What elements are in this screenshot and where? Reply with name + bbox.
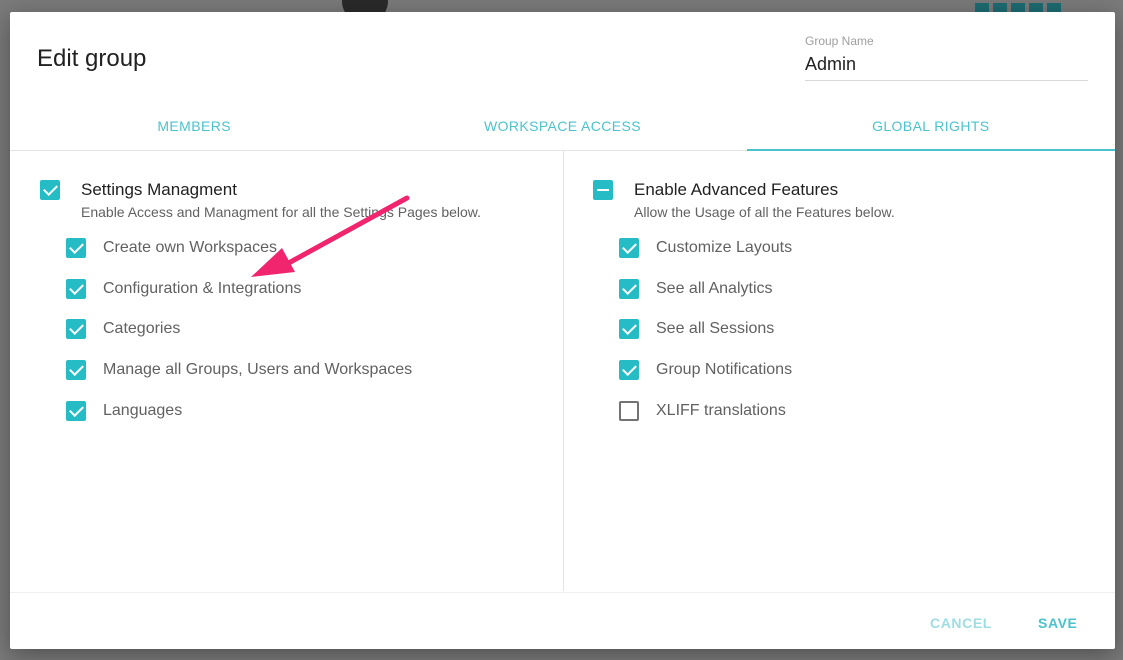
configuration-integrations-checkbox[interactable] bbox=[66, 279, 86, 299]
categories-label: Categories bbox=[103, 320, 181, 337]
cancel-button[interactable]: CANCEL bbox=[930, 615, 992, 631]
advanced-features-row[interactable]: Enable Advanced Features bbox=[593, 180, 838, 200]
list-item[interactable]: Manage all Groups, Users and Workspaces bbox=[66, 360, 412, 380]
list-item[interactable]: Languages bbox=[66, 401, 182, 421]
tab-members[interactable]: MEMBERS bbox=[10, 102, 378, 150]
group-name-field: Group Name bbox=[805, 34, 1088, 81]
languages-checkbox[interactable] bbox=[66, 401, 86, 421]
advanced-features-checkbox[interactable] bbox=[593, 180, 613, 200]
categories-checkbox[interactable] bbox=[66, 319, 86, 339]
group-name-input[interactable] bbox=[805, 48, 1088, 81]
see-all-analytics-checkbox[interactable] bbox=[619, 279, 639, 299]
list-item[interactable]: Customize Layouts bbox=[619, 238, 792, 258]
list-item[interactable]: Categories bbox=[66, 319, 180, 339]
dialog-footer: CANCEL SAVE bbox=[10, 592, 1115, 650]
languages-label: Languages bbox=[103, 402, 183, 419]
advanced-features-panel: Enable Advanced Features Allow the Usage… bbox=[564, 151, 1115, 591]
see-all-sessions-checkbox[interactable] bbox=[619, 319, 639, 339]
check-icon bbox=[621, 320, 637, 336]
create-own-workspaces-checkbox[interactable] bbox=[66, 238, 86, 258]
check-icon bbox=[68, 361, 84, 377]
save-button[interactable]: SAVE bbox=[1038, 615, 1078, 631]
see-all-analytics-label: See all Analytics bbox=[656, 280, 773, 297]
create-own-workspaces-label: Create own Workspaces bbox=[103, 239, 277, 256]
check-icon bbox=[621, 280, 637, 296]
settings-management-panel: Settings Managment Enable Access and Man… bbox=[10, 151, 564, 591]
advanced-features-title: Enable Advanced Features bbox=[634, 180, 839, 199]
advanced-features-description: Allow the Usage of all the Features belo… bbox=[634, 204, 895, 220]
check-icon bbox=[621, 361, 637, 377]
list-item[interactable]: Create own Workspaces bbox=[66, 238, 277, 258]
edit-group-dialog: Edit group Group Name MEMBERS WORKSPACE … bbox=[10, 12, 1116, 650]
check-icon bbox=[621, 239, 637, 255]
check-icon bbox=[68, 280, 84, 296]
manage-groups-users-workspaces-checkbox[interactable] bbox=[66, 360, 86, 380]
list-item[interactable]: XLIFF translations bbox=[619, 401, 786, 421]
group-notifications-label: Group Notifications bbox=[656, 361, 793, 378]
check-icon bbox=[68, 402, 84, 418]
check-icon bbox=[42, 181, 58, 197]
customize-layouts-label: Customize Layouts bbox=[656, 239, 793, 256]
dialog-title: Edit group bbox=[37, 45, 147, 72]
configuration-integrations-label: Configuration & Integrations bbox=[103, 280, 302, 297]
group-notifications-checkbox[interactable] bbox=[619, 360, 639, 380]
indeterminate-dash-icon bbox=[597, 188, 609, 192]
tab-bar: MEMBERS WORKSPACE ACCESS GLOBAL RIGHTS bbox=[10, 102, 1116, 151]
xliff-translations-checkbox[interactable] bbox=[619, 401, 639, 421]
settings-management-checkbox[interactable] bbox=[40, 180, 60, 200]
list-item[interactable]: Group Notifications bbox=[619, 360, 792, 380]
check-icon bbox=[68, 320, 84, 336]
settings-management-description: Enable Access and Managment for all the … bbox=[81, 204, 482, 220]
list-item[interactable]: Configuration & Integrations bbox=[66, 279, 301, 299]
tab-workspace-access[interactable]: WORKSPACE ACCESS bbox=[378, 102, 746, 150]
settings-management-row[interactable]: Settings Managment bbox=[40, 180, 237, 200]
check-icon bbox=[68, 239, 84, 255]
see-all-sessions-label: See all Sessions bbox=[656, 320, 775, 337]
list-item[interactable]: See all Sessions bbox=[619, 319, 774, 339]
background-toolbar-icons bbox=[975, 3, 1061, 12]
group-name-label: Group Name bbox=[805, 34, 874, 48]
list-item[interactable]: See all Analytics bbox=[619, 279, 773, 299]
tab-global-rights[interactable]: GLOBAL RIGHTS bbox=[746, 102, 1116, 151]
manage-groups-users-workspaces-label: Manage all Groups, Users and Workspaces bbox=[103, 361, 413, 378]
customize-layouts-checkbox[interactable] bbox=[619, 238, 639, 258]
xliff-translations-label: XLIFF translations bbox=[656, 402, 786, 419]
settings-management-title: Settings Managment bbox=[81, 180, 237, 199]
